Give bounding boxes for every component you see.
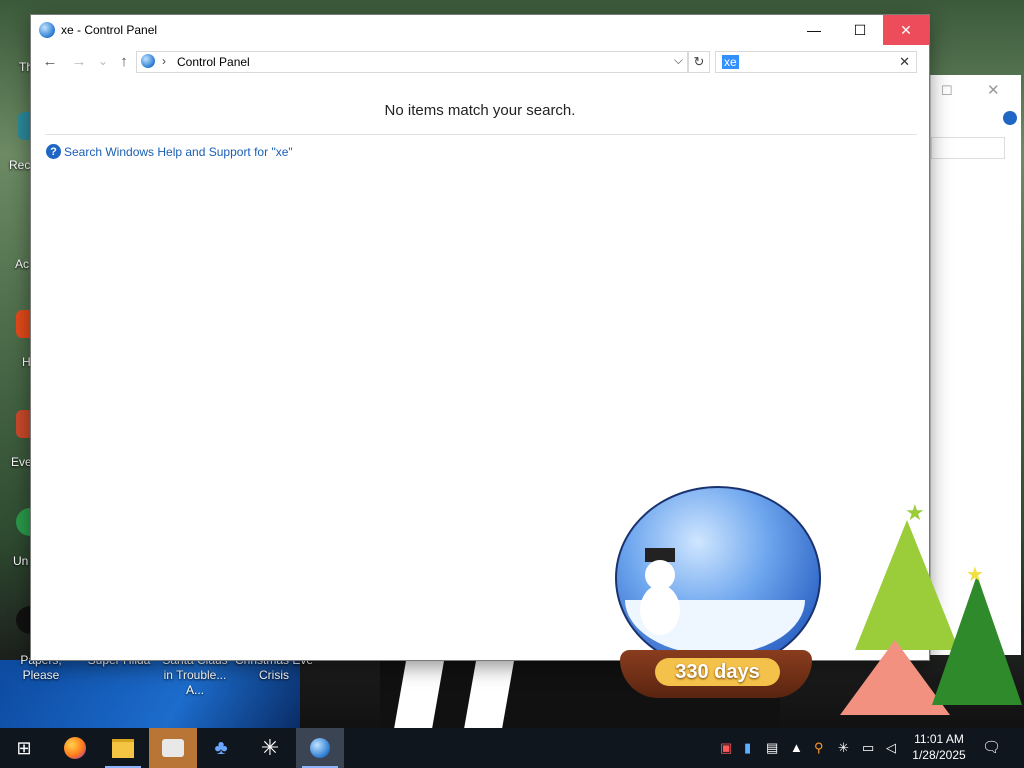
recent-locations-icon[interactable]: ⌄ [93, 51, 113, 71]
tray-app-icon[interactable]: ▮ [744, 740, 751, 756]
clock-time: 11:01 AM [914, 732, 964, 746]
control-panel-icon [39, 22, 55, 38]
taskbar-scanner-app[interactable] [149, 728, 197, 768]
countdown-days: 330 days [655, 658, 780, 686]
refresh-button[interactable]: ↻ [688, 51, 710, 73]
desktop-partial-label[interactable]: Eve [11, 455, 32, 469]
taskbar-file-explorer[interactable] [99, 728, 147, 768]
control-panel-icon [310, 738, 330, 758]
help-support-link-text[interactable]: Search Windows Help and Support for "xe" [64, 145, 293, 159]
title-bar[interactable]: xe - Control Panel — ☐ ✕ [31, 15, 929, 45]
close-button[interactable]: ✕ [883, 15, 929, 45]
desktop-partial-label[interactable]: H [22, 355, 31, 369]
desktop-partial-label[interactable]: Rec [9, 158, 30, 172]
maximize-button[interactable]: ☐ [837, 15, 883, 45]
background-window-maximize-icon[interactable]: ☐ [941, 83, 953, 99]
snowflake-tray-icon[interactable]: ✳ [838, 740, 849, 756]
folder-icon [112, 738, 134, 758]
search-tray-icon[interactable]: ⚲ [814, 740, 824, 756]
taskbar-people-app[interactable]: ♣ [197, 728, 245, 768]
notification-center-icon[interactable]: 🗨 [982, 738, 1001, 756]
tree-foliage [932, 575, 1022, 705]
star-icon: ★ [905, 500, 925, 525]
taskbar: ⊞ ♣ ✳ ▣ ▮ ▤ ▲ ⚲ ✳ ▭ ◁ 11:01 AM 1/28/2025… [0, 728, 1024, 768]
window-title: xe - Control Panel [61, 23, 158, 37]
address-dropdown-icon[interactable]: ⌵ [674, 53, 683, 68]
tray-app-icon[interactable]: ▤ [766, 740, 778, 756]
people-icon: ♣ [214, 736, 228, 759]
forward-arrow-icon[interactable]: → [69, 51, 89, 71]
network-icon[interactable]: ▭ [862, 740, 874, 756]
clock[interactable]: 11:01 AM 1/28/2025 [906, 731, 972, 763]
divider [45, 134, 917, 135]
snowman-body [640, 585, 680, 635]
up-arrow-icon[interactable]: ↑ [114, 51, 134, 71]
navigation-bar: ← → ⌄ ↑ › Control Panel ⌵ ↻ xe ✕ [31, 47, 929, 77]
firefox-icon [64, 737, 86, 759]
back-arrow-icon[interactable]: ← [40, 51, 60, 71]
breadcrumb-control-panel[interactable]: Control Panel [177, 55, 250, 69]
clock-date: 1/28/2025 [912, 748, 966, 762]
search-input-value[interactable]: xe [722, 55, 739, 69]
background-window-close-icon[interactable]: ✕ [987, 81, 1000, 99]
taskbar-firefox[interactable] [51, 728, 99, 768]
empty-results-message: No items match your search. [384, 102, 576, 119]
scanner-icon [162, 739, 184, 757]
christmas-tree [932, 565, 1022, 715]
help-icon: ? [46, 144, 61, 159]
control-panel-icon [141, 54, 155, 68]
clear-search-icon[interactable]: ✕ [899, 54, 910, 70]
help-support-link[interactable]: ? Search Windows Help and Support for "x… [46, 144, 293, 159]
address-bar[interactable]: › Control Panel ⌵ [136, 51, 688, 73]
desktop-partial-label[interactable]: Un [13, 554, 28, 568]
background-search-box[interactable] [931, 137, 1005, 159]
snowflake-icon: ✳ [260, 735, 280, 760]
minimize-button[interactable]: — [791, 15, 837, 45]
taskbar-snowflake-app[interactable]: ✳ [246, 728, 294, 768]
tray-app-icon[interactable]: ▲ [790, 740, 803, 755]
start-button[interactable]: ⊞ [0, 728, 48, 768]
volume-icon[interactable]: ◁ [886, 740, 896, 756]
desktop-partial-label[interactable]: Ac [15, 257, 29, 271]
search-input[interactable]: xe ✕ [715, 51, 917, 73]
tray-app-icon[interactable]: ▣ [720, 740, 732, 756]
star-icon: ★ [966, 564, 984, 586]
help-icon[interactable] [1003, 111, 1017, 125]
taskbar-control-panel[interactable] [296, 728, 344, 768]
breadcrumb-separator[interactable]: › [162, 54, 166, 68]
